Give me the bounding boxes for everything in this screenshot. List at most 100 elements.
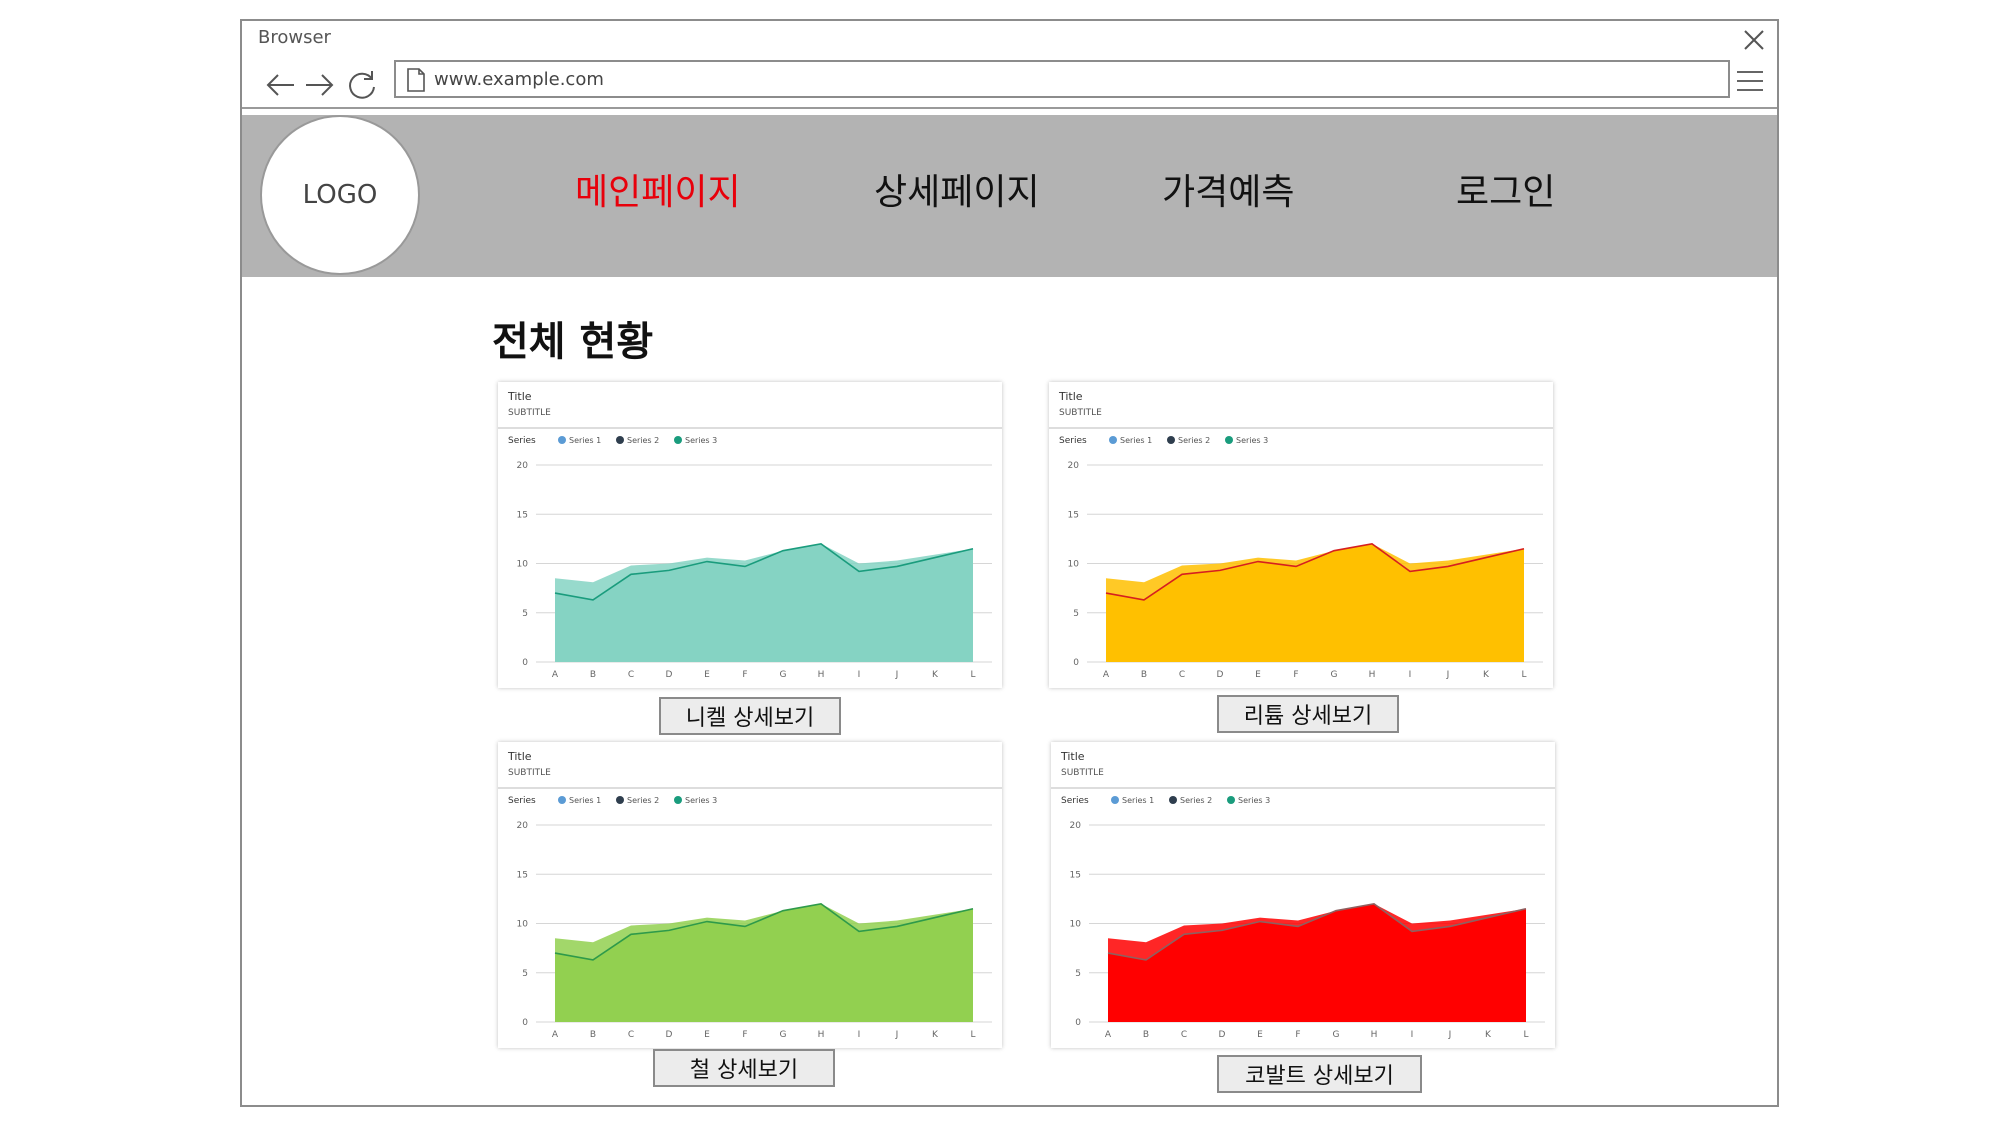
browser-window: Browser www.example.com LOGO 메인페이지 상세페이지… bbox=[240, 19, 1779, 1107]
x-tick-label: J bbox=[895, 670, 899, 680]
chart-card-lithium: Title SUBTITLE Series Series 1 Series 2 Serie… bbox=[1049, 382, 1553, 688]
legend-entry: Series 2 bbox=[627, 796, 659, 805]
x-tick-label: J bbox=[895, 1030, 899, 1040]
x-tick-label: H bbox=[818, 1030, 825, 1040]
legend-entry: Series 2 bbox=[627, 436, 659, 445]
y-tick-label: 15 bbox=[517, 510, 528, 520]
x-tick-label: G bbox=[1331, 670, 1338, 680]
chart-card-cobalt: Title SUBTITLE Series Series 1 Series 2 Serie… bbox=[1051, 742, 1555, 1048]
window-title: Browser bbox=[258, 27, 331, 48]
x-tick-label: B bbox=[1143, 1030, 1149, 1040]
x-tick-label: C bbox=[1181, 1030, 1187, 1040]
nav-main-page[interactable]: 메인페이지 bbox=[575, 163, 741, 215]
y-tick-label: 15 bbox=[517, 870, 528, 880]
legend-entry: Series 1 bbox=[569, 796, 601, 805]
legend-marker bbox=[1227, 796, 1235, 804]
legend-marker bbox=[1111, 796, 1119, 804]
y-tick-label: 0 bbox=[1073, 658, 1079, 668]
chart-title: Title bbox=[507, 750, 532, 763]
reload-icon[interactable] bbox=[342, 65, 382, 105]
x-tick-label: B bbox=[590, 1030, 596, 1040]
legend-entry: Series 3 bbox=[1238, 796, 1270, 805]
nav-price-prediction[interactable]: 가격예측 bbox=[1162, 163, 1294, 215]
x-tick-label: E bbox=[1255, 670, 1261, 680]
address-bar[interactable]: www.example.com bbox=[394, 60, 1730, 98]
x-tick-label: C bbox=[628, 670, 634, 680]
x-tick-label: D bbox=[666, 670, 673, 680]
x-tick-label: H bbox=[1371, 1030, 1378, 1040]
x-tick-label: H bbox=[1369, 670, 1376, 680]
nav-login[interactable]: 로그인 bbox=[1456, 163, 1555, 215]
page-icon bbox=[407, 68, 425, 92]
x-tick-label: A bbox=[552, 1030, 559, 1040]
chart-subtitle: SUBTITLE bbox=[508, 408, 551, 418]
iron-detail-button[interactable]: 철 상세보기 bbox=[653, 1049, 835, 1087]
y-tick-label: 0 bbox=[522, 1018, 528, 1028]
url-text: www.example.com bbox=[434, 69, 604, 90]
chart-subtitle: SUBTITLE bbox=[1059, 408, 1102, 418]
legend-marker bbox=[616, 436, 624, 444]
x-tick-label: F bbox=[1293, 670, 1298, 680]
legend-marker bbox=[1169, 796, 1177, 804]
legend-entry: Series 2 bbox=[1180, 796, 1212, 805]
y-tick-label: 20 bbox=[1068, 461, 1080, 471]
chart-card-nickel: Title SUBTITLE Series Series 1 Series 2 Serie… bbox=[498, 382, 1002, 688]
forward-arrow-icon[interactable] bbox=[300, 65, 340, 105]
hamburger-menu-icon[interactable] bbox=[1735, 67, 1765, 95]
x-tick-label: A bbox=[552, 670, 559, 680]
y-tick-label: 0 bbox=[1075, 1018, 1081, 1028]
legend-label: Series bbox=[508, 436, 536, 446]
legend-label: Series bbox=[1061, 796, 1089, 806]
x-tick-label: J bbox=[1448, 1030, 1452, 1040]
legend-marker bbox=[674, 436, 682, 444]
close-icon[interactable] bbox=[1741, 27, 1767, 53]
x-tick-label: F bbox=[742, 1030, 747, 1040]
y-tick-label: 5 bbox=[1075, 969, 1081, 979]
back-arrow-icon[interactable] bbox=[260, 65, 300, 105]
area-chart: Title SUBTITLE Series Series 1 Series 2 Serie… bbox=[1051, 750, 1555, 1040]
x-tick-label: K bbox=[932, 670, 939, 680]
chart-title: Title bbox=[1058, 390, 1083, 403]
logo[interactable]: LOGO bbox=[260, 115, 420, 275]
y-tick-label: 15 bbox=[1068, 510, 1079, 520]
y-tick-label: 5 bbox=[522, 969, 528, 979]
toolbar-divider bbox=[242, 107, 1777, 109]
x-tick-label: I bbox=[858, 1030, 861, 1040]
nickel-detail-button[interactable]: 니켈 상세보기 bbox=[659, 697, 841, 735]
y-tick-label: 10 bbox=[1070, 920, 1082, 930]
chart-card-iron: Title SUBTITLE Series Series 1 Series 2 Serie… bbox=[498, 742, 1002, 1048]
legend-marker bbox=[674, 796, 682, 804]
x-tick-label: D bbox=[1219, 1030, 1226, 1040]
x-tick-label: L bbox=[970, 1030, 975, 1040]
legend-marker bbox=[558, 436, 566, 444]
x-tick-label: I bbox=[858, 670, 861, 680]
x-tick-label: L bbox=[970, 670, 975, 680]
legend-marker bbox=[1225, 436, 1233, 444]
x-tick-label: G bbox=[780, 670, 787, 680]
x-tick-label: A bbox=[1103, 670, 1110, 680]
x-tick-label: J bbox=[1446, 670, 1450, 680]
lithium-detail-button[interactable]: 리튬 상세보기 bbox=[1217, 695, 1399, 733]
x-tick-label: K bbox=[932, 1030, 939, 1040]
y-tick-label: 0 bbox=[522, 658, 528, 668]
x-tick-label: A bbox=[1105, 1030, 1112, 1040]
legend-marker bbox=[1167, 436, 1175, 444]
x-tick-label: L bbox=[1523, 1030, 1528, 1040]
y-tick-label: 5 bbox=[522, 609, 528, 619]
legend-entry: Series 1 bbox=[1120, 436, 1152, 445]
area-chart: Title SUBTITLE Series Series 1 Series 2 Serie… bbox=[498, 390, 1002, 680]
y-tick-label: 10 bbox=[517, 560, 529, 570]
x-tick-label: D bbox=[1217, 670, 1224, 680]
x-tick-label: C bbox=[1179, 670, 1185, 680]
x-tick-label: I bbox=[1409, 670, 1412, 680]
chart-title: Title bbox=[507, 390, 532, 403]
cobalt-detail-button[interactable]: 코발트 상세보기 bbox=[1217, 1055, 1422, 1093]
chart-title: Title bbox=[1060, 750, 1085, 763]
x-tick-label: E bbox=[704, 670, 710, 680]
legend-marker bbox=[1109, 436, 1117, 444]
legend-entry: Series 1 bbox=[1122, 796, 1154, 805]
legend-entry: Series 3 bbox=[1236, 436, 1268, 445]
nav-detail-page[interactable]: 상세페이지 bbox=[874, 163, 1040, 215]
x-tick-label: E bbox=[1257, 1030, 1263, 1040]
x-tick-label: E bbox=[704, 1030, 710, 1040]
